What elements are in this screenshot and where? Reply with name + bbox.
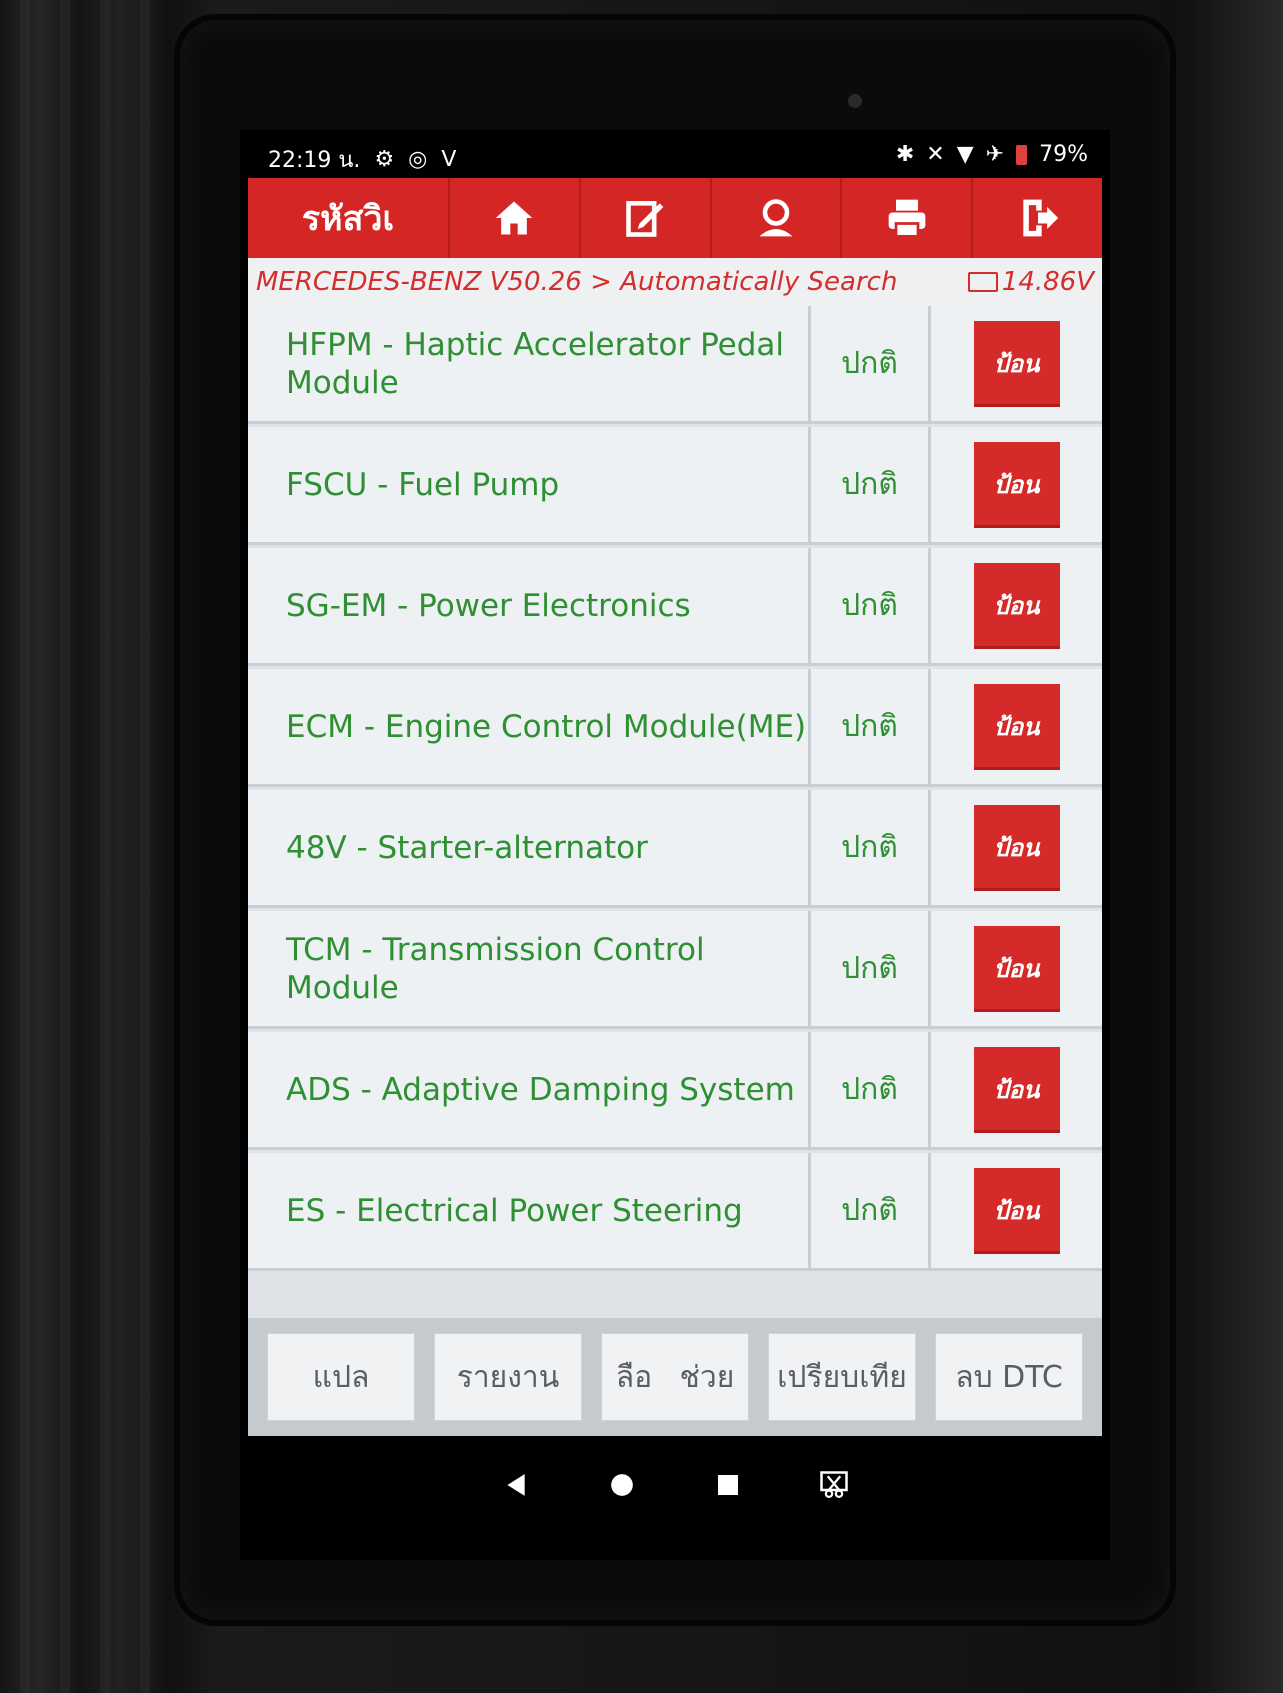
voltage-value: 14.86V [1001, 267, 1094, 297]
module-name: HFPM - Haptic Accelerator Pedal Module [248, 306, 808, 421]
edit-icon [626, 201, 664, 237]
camera-icon [848, 94, 862, 108]
home-circle-icon [611, 1474, 633, 1496]
screenshot-button[interactable] [817, 1468, 851, 1502]
module-status: ปกติ [808, 669, 928, 784]
more-help-button[interactable]: ลือ ช่วย [601, 1333, 749, 1421]
enter-button[interactable]: ป้อน [973, 562, 1060, 649]
table-row: FSCU - Fuel Pump ปกติ ป้อน [248, 427, 1102, 545]
translate-button[interactable]: แปล [267, 1333, 415, 1421]
tablet-screen: 22:19 น. ⚙ ◎ ᐯ ✱ ✕ ▼ ✈ 79% รหัสวิเ MERCE… [240, 130, 1110, 1560]
module-name: ES - Electrical Power Steering [248, 1153, 808, 1268]
system-navigation [240, 1450, 1110, 1520]
module-status: ปกติ [808, 1153, 928, 1268]
printer-icon [888, 199, 926, 238]
table-row: 48V - Starter-alternator ปกติ ป้อน [248, 790, 1102, 908]
battery-percent: 79% [1039, 142, 1088, 167]
back-icon [507, 1474, 525, 1496]
breadcrumb-path: MERCEDES-BENZ V50.26 > Automatically Sea… [256, 267, 898, 297]
accessibility-icon: ◎ [408, 147, 428, 172]
user-icon [759, 199, 793, 237]
table-row: HFPM - Haptic Accelerator Pedal Module ป… [248, 306, 1102, 424]
enter-button[interactable]: ป้อน [973, 320, 1060, 407]
page-title: รหัสวิเ [301, 199, 395, 239]
module-name: TCM - Transmission Control Module [248, 911, 808, 1026]
report-button[interactable]: รายงาน [434, 1333, 582, 1421]
battery-voltage-icon [967, 272, 998, 292]
voltage-readout: 14.86V [967, 267, 1102, 297]
compare-button[interactable]: เปรียบเทีย [768, 1333, 916, 1421]
airplane-icon: ✈ [985, 142, 1005, 167]
status-bar: 22:19 น. ⚙ ◎ ᐯ ✱ ✕ ▼ ✈ 79% [240, 130, 1110, 176]
wifi-icon: ▼ [956, 142, 974, 167]
table-row: TCM - Transmission Control Module ปกติ ป… [248, 911, 1102, 1029]
bottom-toolbar: แปล รายงาน ลือ ช่วย เปรียบเทีย ลบ DTC [248, 1318, 1102, 1436]
home-nav-button[interactable] [605, 1468, 639, 1502]
print-button[interactable] [840, 178, 971, 258]
back-button[interactable] [499, 1468, 533, 1502]
module-list: HFPM - Haptic Accelerator Pedal Module ป… [248, 306, 1102, 1318]
module-name: SG-EM - Power Electronics [248, 548, 808, 663]
exit-button[interactable] [971, 178, 1102, 258]
enter-button[interactable]: ป้อน [973, 683, 1060, 770]
top-navigation: รหัสวิเ [248, 178, 1102, 258]
enter-button[interactable]: ป้อน [973, 1046, 1060, 1133]
table-row: SG-EM - Power Electronics ปกติ ป้อน [248, 548, 1102, 666]
table-row: ECM - Engine Control Module(ME) ปกติ ป้อ… [248, 669, 1102, 787]
breadcrumb: MERCEDES-BENZ V50.26 > Automatically Sea… [248, 258, 1102, 306]
table-row: ADS - Adaptive Damping System ปกติ ป้อน [248, 1032, 1102, 1150]
module-status: ปกติ [808, 1032, 928, 1147]
enter-button[interactable]: ป้อน [973, 925, 1060, 1012]
module-status: ปกติ [808, 427, 928, 542]
enter-button[interactable]: ป้อน [973, 804, 1060, 891]
more-a-label: ลือ [615, 1359, 653, 1395]
home-icon [496, 201, 533, 235]
module-name: FSCU - Fuel Pump [248, 427, 808, 542]
mute-icon: ✕ [926, 142, 945, 167]
table-row: ES - Electrical Power Steering ปกติ ป้อน [248, 1153, 1102, 1271]
module-status: ปกติ [808, 306, 928, 421]
module-name: ECM - Engine Control Module(ME) [248, 669, 808, 784]
more-b-label: ช่วย [679, 1359, 735, 1395]
module-status: ปกติ [808, 790, 928, 905]
recents-button[interactable] [711, 1468, 745, 1502]
module-status: ปกติ [808, 911, 928, 1026]
exit-icon [1022, 199, 1058, 237]
home-button[interactable] [448, 178, 579, 258]
edit-button[interactable] [578, 178, 710, 258]
diagnostic-icon: ᐯ [441, 147, 457, 172]
recents-square-icon [718, 1475, 738, 1495]
screenshot-icon [820, 1471, 848, 1498]
user-button[interactable] [709, 178, 841, 258]
module-status: ปกติ [808, 548, 928, 663]
clock: 22:19 น. [268, 148, 361, 173]
enter-button[interactable]: ป้อน [973, 441, 1060, 528]
settings-gear-icon: ⚙ [374, 147, 395, 172]
enter-button[interactable]: ป้อน [973, 1167, 1060, 1254]
clear-dtc-button[interactable]: ลบ DTC [935, 1333, 1083, 1421]
bluetooth-icon: ✱ [895, 142, 915, 167]
module-name: 48V - Starter-alternator [248, 790, 808, 905]
module-name: ADS - Adaptive Damping System [248, 1032, 808, 1147]
battery-icon [1016, 144, 1028, 165]
